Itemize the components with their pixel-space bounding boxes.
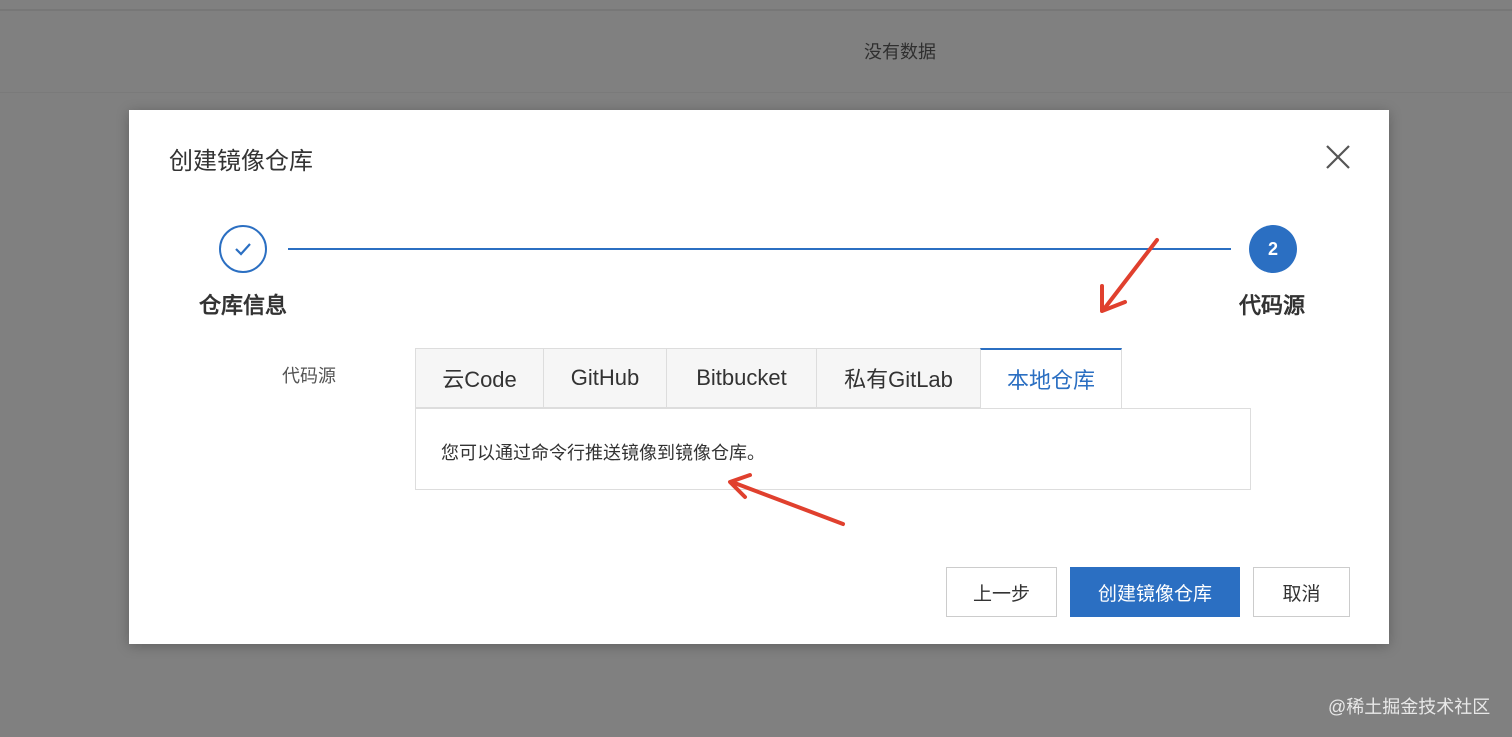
tab-local-repository[interactable]: 本地仓库	[980, 348, 1122, 408]
close-button[interactable]	[1323, 142, 1353, 172]
cancel-button[interactable]: 取消	[1253, 567, 1350, 617]
tab-private-gitlab[interactable]: 私有GitLab	[816, 348, 981, 408]
tab-panel-description: 您可以通过命令行推送镜像到镜像仓库。	[441, 443, 765, 463]
create-repository-button[interactable]: 创建镜像仓库	[1070, 567, 1240, 617]
step-2-indicator: 2	[1249, 225, 1297, 273]
close-icon	[1326, 145, 1350, 169]
code-source-label: 代码源	[282, 366, 336, 386]
tab-bitbucket[interactable]: Bitbucket	[666, 348, 817, 408]
dialog-title: 创建镜像仓库	[169, 148, 313, 175]
tab-yun-code[interactable]: 云Code	[415, 348, 544, 408]
step-2-label: 代码源	[1239, 293, 1306, 318]
table-border-top	[0, 9, 1512, 11]
step-1-indicator	[219, 225, 267, 273]
empty-state-text: 没有数据	[864, 42, 936, 62]
step-1-label: 仓库信息	[199, 293, 288, 318]
step-2-number: 2	[1267, 238, 1278, 259]
tab-panel: 您可以通过命令行推送镜像到镜像仓库。	[415, 408, 1251, 490]
step-progress-line	[288, 248, 1231, 250]
watermark: @稀土掘金技术社区	[1328, 697, 1491, 717]
previous-step-button[interactable]: 上一步	[946, 567, 1057, 617]
table-border-bottom	[0, 92, 1512, 93]
tab-github[interactable]: GitHub	[543, 348, 667, 408]
code-source-tabs: 云Code GitHub Bitbucket 私有GitLab 本地仓库	[415, 348, 1122, 408]
create-repository-dialog: 创建镜像仓库 仓库信息 2 代码源 代码源 云Code GitHub Bitbu…	[129, 110, 1389, 644]
check-icon	[235, 243, 251, 256]
